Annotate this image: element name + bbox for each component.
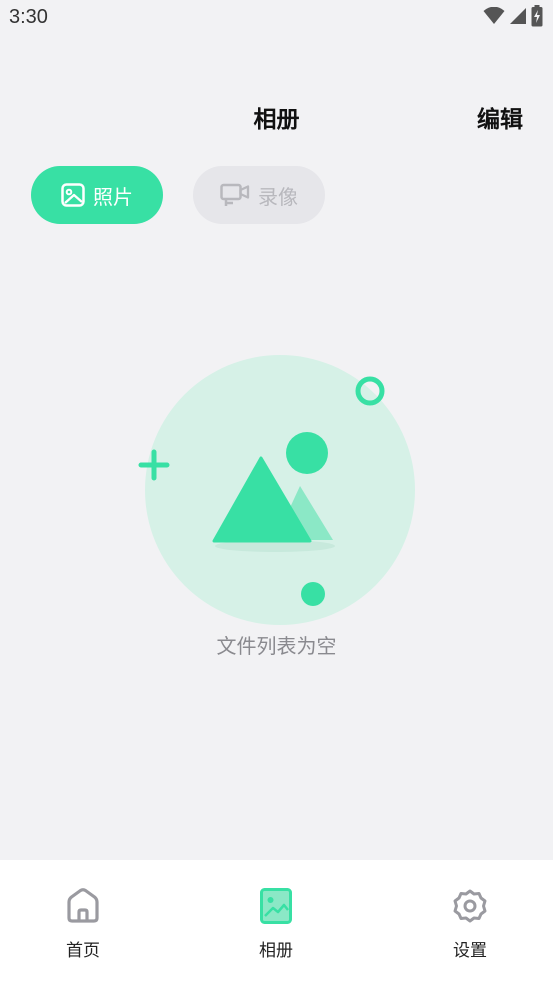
status-bar: 3:30 [0,0,553,38]
tab-photos[interactable]: 照片 [31,166,163,224]
nav-label-settings: 设置 [453,941,487,961]
nav-label-home: 首页 [66,941,100,961]
status-time: 3:30 [9,6,48,28]
nav-item-home[interactable]: 首页 [23,888,143,961]
tab-videos[interactable]: 录像 [193,166,325,224]
empty-gallery-illustration [130,350,430,640]
album-icon [260,888,292,928]
battery-charging-icon [531,5,543,31]
tab-photos-label: 照片 [93,184,133,209]
wifi-icon [483,6,505,29]
tab-videos-label: 录像 [258,184,298,209]
page-title: 相册 [253,107,300,133]
nav-label-album: 相册 [259,941,293,961]
home-icon [65,888,101,928]
status-icons [483,5,543,31]
app-screen: 3:30 相册 编辑 照片 录像 文件列表为空 首页 相册 设置 [0,0,553,983]
video-camera-icon [220,182,250,208]
edit-button[interactable]: 编辑 [477,100,523,134]
signal-icon [509,7,527,29]
bottom-nav: 首页 相册 设置 [0,860,553,983]
nav-item-album[interactable]: 相册 [216,888,336,961]
empty-message: 文件列表为空 [216,634,337,658]
image-icon [61,183,85,207]
nav-item-settings[interactable]: 设置 [410,888,530,961]
gear-icon [452,888,488,928]
